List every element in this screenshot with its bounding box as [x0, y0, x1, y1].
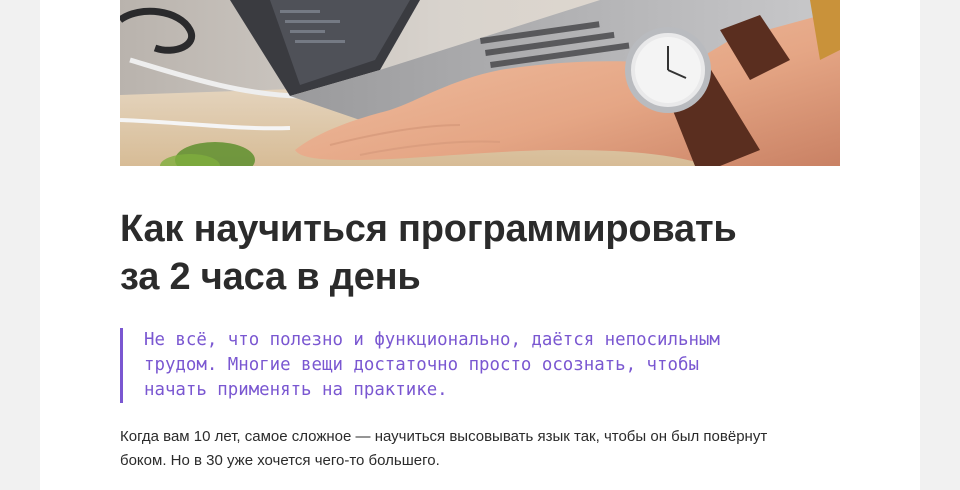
quote-text: Не всё, что полезно и функционально, даё… [144, 330, 720, 400]
article-card: Как научиться программировать за 2 часа … [40, 0, 920, 490]
hero-image [120, 0, 840, 166]
article-title: Как научиться программировать за 2 часа … [120, 208, 737, 298]
article-paragraph: Когда вам 10 лет, самое сложное — научит… [120, 428, 768, 469]
article-quote: Не всё, что полезно и функционально, даё… [120, 328, 844, 403]
